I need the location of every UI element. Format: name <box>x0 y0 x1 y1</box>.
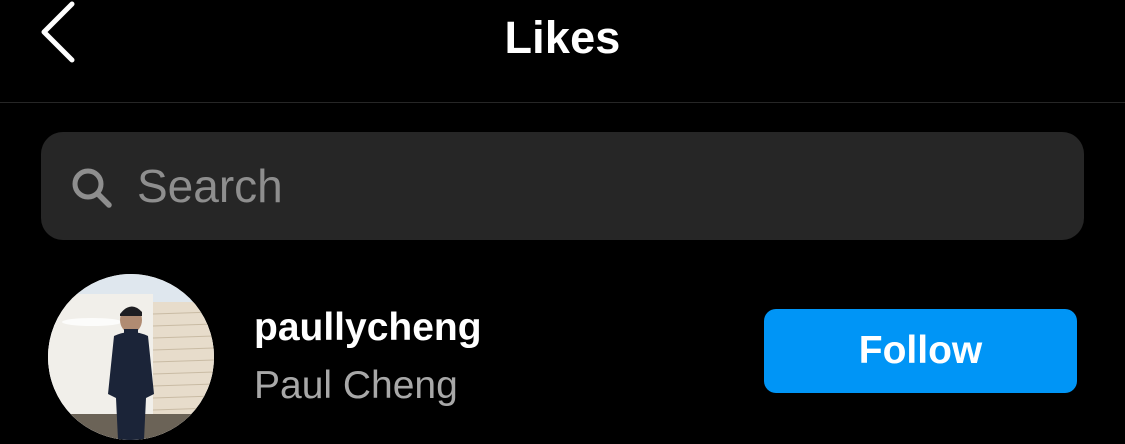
header-divider <box>0 102 1125 103</box>
search-input[interactable] <box>137 156 1037 216</box>
list-item[interactable]: paullycheng Paul Cheng Follow <box>0 270 1125 444</box>
full-name: Paul Cheng <box>254 364 458 407</box>
search-icon <box>72 168 112 208</box>
search-bar[interactable] <box>41 132 1084 240</box>
page-title: Likes <box>504 12 621 63</box>
header: Likes <box>0 0 1125 102</box>
follow-button[interactable]: Follow <box>764 309 1077 393</box>
likes-screen: Likes Search paullycheng Paul Cheng Foll… <box>0 0 1125 444</box>
avatar[interactable] <box>48 274 214 440</box>
avatar-photo <box>48 274 214 440</box>
username[interactable]: paullycheng <box>254 306 482 350</box>
